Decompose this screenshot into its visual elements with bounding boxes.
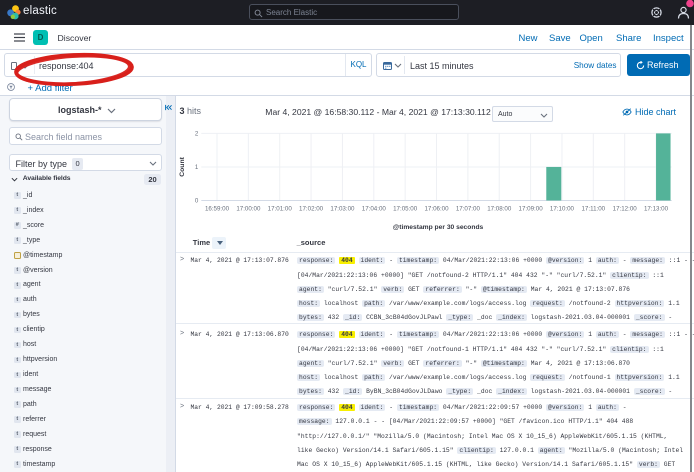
svg-text:17:02:00: 17:02:00 xyxy=(299,206,324,213)
svg-text:17:13:00: 17:13:00 xyxy=(644,206,669,213)
svg-text:17:03:00: 17:03:00 xyxy=(330,206,355,213)
svg-text:17:04:00: 17:04:00 xyxy=(362,206,387,213)
svg-text:17:10:00: 17:10:00 xyxy=(550,206,575,213)
svg-text:17:00:00: 17:00:00 xyxy=(236,206,261,213)
svg-text:17:09:00: 17:09:00 xyxy=(519,206,544,213)
svg-text:17:08:00: 17:08:00 xyxy=(487,206,512,213)
svg-text:17:01:00: 17:01:00 xyxy=(268,206,293,213)
svg-text:17:05:00: 17:05:00 xyxy=(393,206,418,213)
svg-text:@timestamp per 30 seconds: @timestamp per 30 seconds xyxy=(393,224,484,231)
svg-text:17:06:00: 17:06:00 xyxy=(424,206,449,213)
svg-text:0: 0 xyxy=(195,198,199,205)
svg-text:1: 1 xyxy=(195,164,199,171)
svg-text:Count: Count xyxy=(179,156,186,176)
svg-text:2: 2 xyxy=(195,131,199,138)
svg-text:17:12:00: 17:12:00 xyxy=(613,206,638,213)
svg-text:16:59:00: 16:59:00 xyxy=(205,206,230,213)
svg-text:17:11:00: 17:11:00 xyxy=(581,206,605,213)
svg-text:17:07:00: 17:07:00 xyxy=(456,206,481,213)
